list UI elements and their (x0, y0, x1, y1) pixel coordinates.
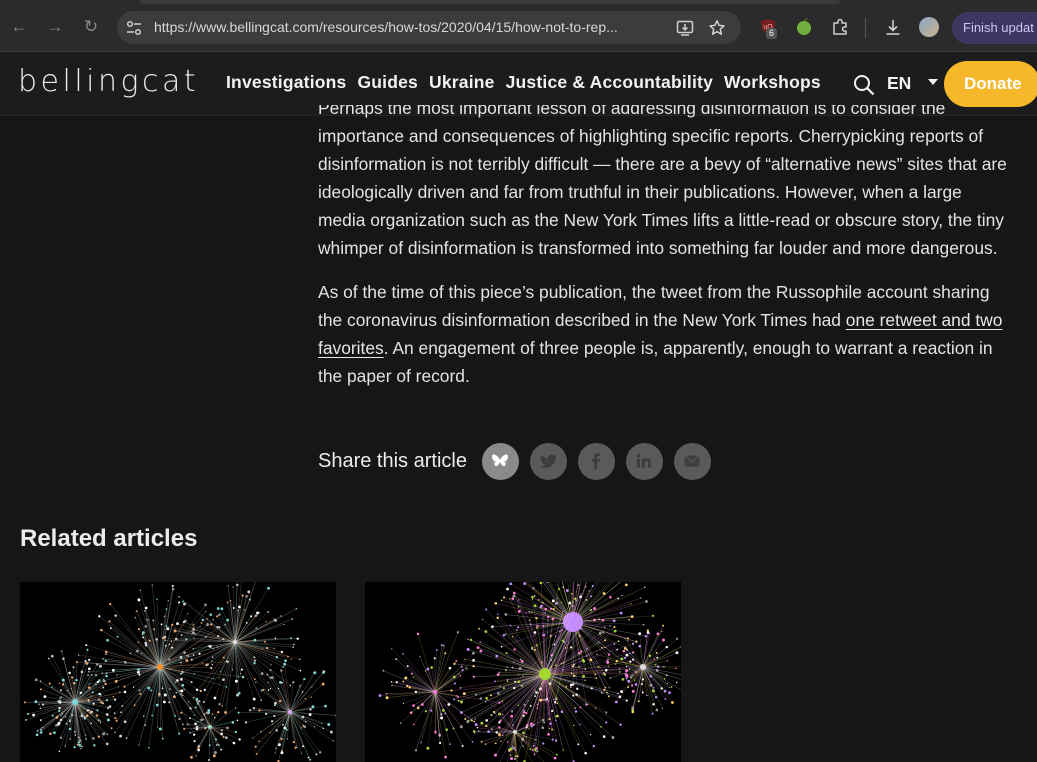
favorites-link[interactable]: favorites (318, 338, 384, 358)
facebook-icon (592, 453, 601, 469)
article-line-partial: Perhaps the most important lesson of add… (318, 105, 946, 118)
bookmark-star-icon[interactable] (708, 19, 726, 37)
related-articles-heading: Related articles (20, 525, 198, 552)
browser-toolbar: ← → ↻ https://www.bellingcat.com/resourc… (0, 0, 1037, 52)
share-label: Share this article (318, 449, 467, 472)
nav-guides[interactable]: Guides (357, 72, 418, 93)
share-email-button[interactable] (673, 442, 711, 480)
extension-badge: 6 (766, 28, 778, 39)
donate-button[interactable]: Donate (944, 61, 1037, 107)
apple-extension-icon[interactable] (794, 17, 814, 37)
retweets-link[interactable]: one retweet and two (846, 310, 1003, 330)
profile-avatar[interactable] (919, 17, 939, 37)
search-icon[interactable] (853, 74, 875, 96)
toolbar-divider (865, 18, 866, 38)
bluesky-icon (492, 454, 509, 467)
article-paragraph: Perhaps the most important lesson of add… (318, 105, 1037, 262)
install-app-icon[interactable] (676, 19, 694, 37)
nav-workshops[interactable]: Workshops (724, 72, 821, 93)
nav-justice-accountability[interactable]: Justice & Accountability (506, 72, 713, 93)
article-line: media organization such as the New York … (318, 210, 1004, 230)
network-graph-thumbnail (378, 582, 681, 762)
article-line: ideologically driven and far from truthf… (318, 182, 962, 202)
share-linkedin-button[interactable] (625, 442, 663, 480)
share-bar: Share this article (318, 441, 722, 481)
url-text[interactable]: https://www.bellingcat.com/resources/how… (154, 11, 674, 44)
main-nav: Investigations Guides Ukraine Justice & … (226, 72, 832, 93)
article-line: the coronavirus disinformation described… (318, 310, 1003, 330)
network-graph-thumbnail (23, 582, 336, 762)
article-line: importance and consequences of highlight… (318, 126, 984, 146)
finish-update-button[interactable]: Finish updat (952, 12, 1037, 44)
active-tab-edge (140, 0, 840, 4)
email-icon (684, 455, 700, 467)
download-icon[interactable] (883, 17, 903, 37)
chevron-down-icon[interactable] (928, 79, 938, 85)
language-selector[interactable]: EN (887, 73, 911, 94)
share-bluesky-button[interactable] (481, 442, 519, 480)
nav-ukraine[interactable]: Ukraine (429, 72, 495, 93)
article-line: favorites. An engagement of three people… (318, 338, 993, 358)
related-article-card[interactable] (20, 582, 336, 762)
twitter-icon (540, 454, 557, 468)
article-line: As of the time of this piece’s publicati… (318, 282, 990, 302)
address-bar[interactable]: https://www.bellingcat.com/resources/how… (117, 11, 741, 44)
article-line: disinformation is not terribly difficult… (318, 154, 1007, 174)
article-line: whimper of disinformation is transformed… (318, 238, 998, 258)
forward-icon[interactable]: → (45, 17, 65, 37)
related-article-card[interactable] (365, 582, 681, 762)
article-line: the paper of record. (318, 366, 470, 386)
back-icon[interactable]: ← (9, 17, 29, 37)
article-paragraph: As of the time of this piece’s publicati… (318, 278, 1037, 390)
extensions-puzzle-icon[interactable] (830, 17, 850, 37)
share-twitter-button[interactable] (529, 442, 567, 480)
share-facebook-button[interactable] (577, 442, 615, 480)
reload-icon[interactable]: ↻ (81, 17, 101, 37)
bellingcat-logo[interactable]: bellingcat (18, 64, 199, 99)
site-settings-icon[interactable] (125, 19, 143, 37)
linkedin-icon (637, 453, 652, 468)
nav-investigations[interactable]: Investigations (226, 72, 346, 93)
article-body: Perhaps the most important lesson of add… (318, 105, 1037, 390)
